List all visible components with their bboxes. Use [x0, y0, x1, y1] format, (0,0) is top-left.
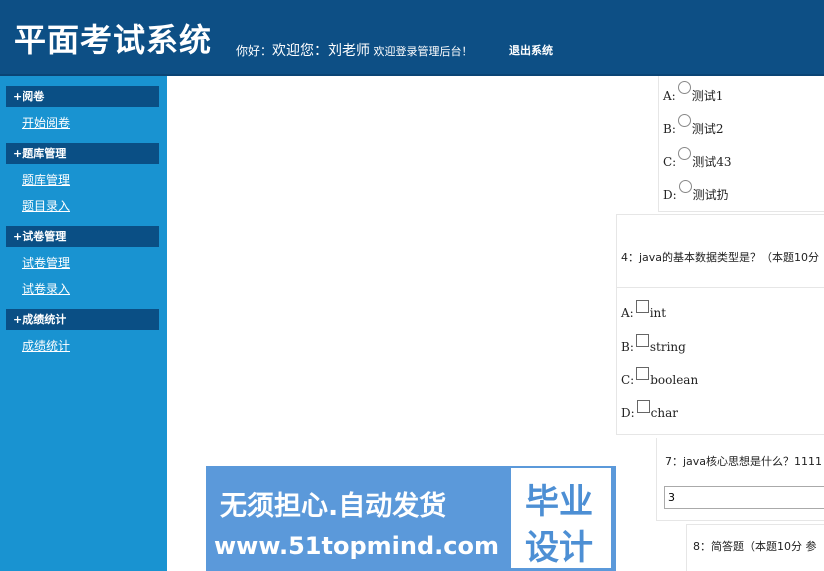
option-letter: D:	[621, 406, 635, 420]
question-4-options: A: int B: string C: boolean D: char	[616, 288, 824, 435]
option-text: 测试扔	[692, 188, 729, 202]
option-text: int	[649, 306, 667, 320]
question-8-block: 8：简答题（本题10分 参	[686, 524, 824, 571]
sidebar-item-start-grading[interactable]: 开始阅卷	[22, 114, 70, 131]
option-letter: A:	[663, 89, 676, 103]
question-7-answer-input[interactable]	[664, 486, 824, 509]
greeting-name: 欢迎您：刘老师	[272, 43, 371, 59]
watermark-slogan: 无须担心.自动发货	[220, 491, 447, 522]
option-row: D: 测试扔	[663, 180, 729, 203]
option-text: boolean	[650, 373, 699, 387]
option-letter: A:	[621, 306, 634, 320]
question-3-options: A: 测试1 B: 测试2 C: 测试43 D: 测试扔	[658, 76, 824, 212]
question-4-title: 4：java的基本数据类型是？（本题10分	[621, 251, 820, 264]
option-row: D: char	[621, 400, 679, 420]
option-row: B: string	[621, 334, 686, 354]
option-letter: B:	[621, 340, 634, 354]
option-row: A: int	[621, 300, 667, 320]
option-row: C: boolean	[621, 367, 699, 387]
sidebar-section-paper-management[interactable]: +试卷管理	[6, 226, 159, 247]
checkbox[interactable]	[636, 367, 650, 380]
sidebar-item-paper-management[interactable]: 试卷管理	[22, 254, 70, 271]
watermark-banner: 无须担心.自动发货 www.51topmind.com 毕业 设计	[206, 466, 616, 571]
logout-link[interactable]: 退出系统	[509, 42, 553, 58]
sidebar-item-question-entry[interactable]: 题目录入	[22, 197, 70, 214]
option-row: A: 测试1	[663, 81, 724, 104]
option-text: string	[649, 340, 686, 354]
header-bar: 平面考试系统 你好：欢迎您：刘老师 欢迎登录管理后台！ 退出系统	[0, 0, 824, 76]
option-text: 测试43	[692, 155, 732, 169]
sidebar: +阅卷 开始阅卷 +题库管理 题库管理 题目录入 +试卷管理 试卷管理 试卷录入…	[0, 76, 167, 571]
option-letter: C:	[621, 373, 635, 387]
question-4-header: 4：java的基本数据类型是？（本题10分	[616, 214, 824, 288]
greeting-prefix: 你好：	[236, 44, 273, 58]
sidebar-item-score-stats[interactable]: 成绩统计	[22, 337, 70, 354]
radio-button[interactable]	[678, 180, 692, 193]
greeting-suffix: 欢迎登录管理后台！	[370, 45, 473, 58]
sidebar-section-question-bank[interactable]: +题库管理	[6, 143, 159, 164]
question-8-title: 8：简答题（本题10分 参	[693, 540, 817, 553]
radio-button[interactable]	[677, 114, 691, 127]
option-row: C: 测试43	[663, 147, 732, 170]
option-text: 测试1	[691, 89, 724, 103]
checkbox[interactable]	[636, 400, 650, 413]
watermark-badge-top: 毕业	[525, 482, 593, 522]
user-greeting: 你好：欢迎您：刘老师 欢迎登录管理后台！	[236, 40, 473, 60]
sidebar-item-question-bank[interactable]: 题库管理	[22, 171, 70, 188]
sidebar-section-score-stats[interactable]: +成绩统计	[6, 309, 159, 330]
option-text: char	[650, 406, 679, 420]
option-letter: B:	[663, 122, 676, 136]
watermark-url: www.51topmind.com	[214, 532, 499, 560]
checkbox[interactable]	[635, 300, 649, 313]
watermark-badge-bottom: 设计	[525, 528, 593, 568]
option-row: B: 测试2	[663, 114, 724, 137]
checkbox[interactable]	[635, 334, 649, 347]
option-letter: D:	[663, 188, 677, 202]
option-letter: C:	[663, 155, 677, 169]
app-title: 平面考试系统	[14, 21, 213, 59]
question-7-title: 7：java核心思想是什么？1111	[665, 455, 823, 468]
watermark-badge: 毕业 设计	[511, 468, 611, 568]
sidebar-section-grading[interactable]: +阅卷	[6, 86, 159, 107]
radio-button[interactable]	[677, 81, 691, 94]
radio-button[interactable]	[678, 147, 692, 160]
question-7-block: 7：java核心思想是什么？1111	[656, 438, 824, 521]
sidebar-item-paper-entry[interactable]: 试卷录入	[22, 280, 70, 297]
option-text: 测试2	[691, 122, 724, 136]
